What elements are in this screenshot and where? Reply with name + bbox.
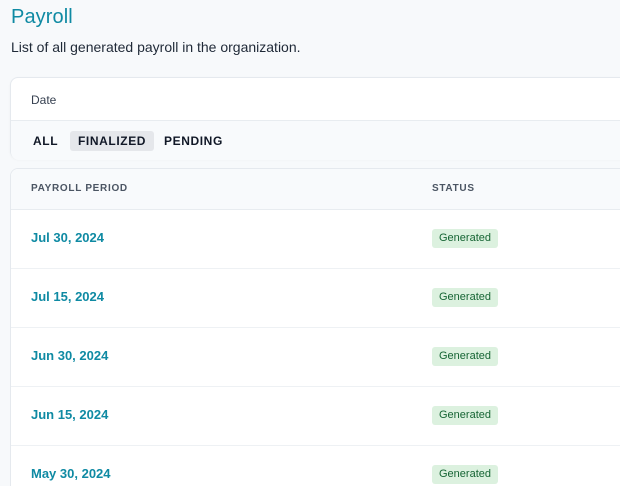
status-badge: Generated <box>432 406 498 425</box>
page-subtitle: List of all generated payroll in the org… <box>11 39 301 55</box>
table-row[interactable]: Jul 15, 2024 Generated <box>11 269 620 328</box>
column-header-status[interactable]: STATUS <box>432 183 475 194</box>
status-badge: Generated <box>432 465 498 484</box>
payroll-period-link[interactable]: Jul 15, 2024 <box>31 289 104 304</box>
status-badge: Generated <box>432 347 498 366</box>
payroll-table: PAYROLL PERIOD STATUS Jul 30, 2024 Gener… <box>10 168 620 486</box>
status-badge: Generated <box>432 288 498 307</box>
status-tabs: ALL FINALIZED PENDING <box>11 121 620 160</box>
table-row[interactable]: Jun 30, 2024 Generated <box>11 328 620 387</box>
payroll-period-link[interactable]: May 30, 2024 <box>31 466 111 481</box>
date-filter[interactable]: Date <box>11 78 620 121</box>
payroll-page: Payroll List of all generated payroll in… <box>0 0 620 486</box>
tab-pending[interactable]: PENDING <box>156 131 231 151</box>
table-header: PAYROLL PERIOD STATUS <box>11 169 620 210</box>
page-title: Payroll <box>11 6 73 28</box>
filter-card: Date ALL FINALIZED PENDING <box>10 77 620 160</box>
column-header-payroll-period[interactable]: PAYROLL PERIOD <box>31 183 128 194</box>
table-row[interactable]: Jul 30, 2024 Generated <box>11 210 620 269</box>
tab-all[interactable]: ALL <box>25 131 66 151</box>
date-filter-label: Date <box>31 93 57 107</box>
payroll-period-link[interactable]: Jul 30, 2024 <box>31 230 104 245</box>
tab-finalized[interactable]: FINALIZED <box>70 131 155 151</box>
table-row[interactable]: Jun 15, 2024 Generated <box>11 387 620 446</box>
payroll-period-link[interactable]: Jun 15, 2024 <box>31 407 108 422</box>
table-row[interactable]: May 30, 2024 Generated <box>11 446 620 486</box>
status-badge: Generated <box>432 229 498 248</box>
payroll-period-link[interactable]: Jun 30, 2024 <box>31 348 108 363</box>
